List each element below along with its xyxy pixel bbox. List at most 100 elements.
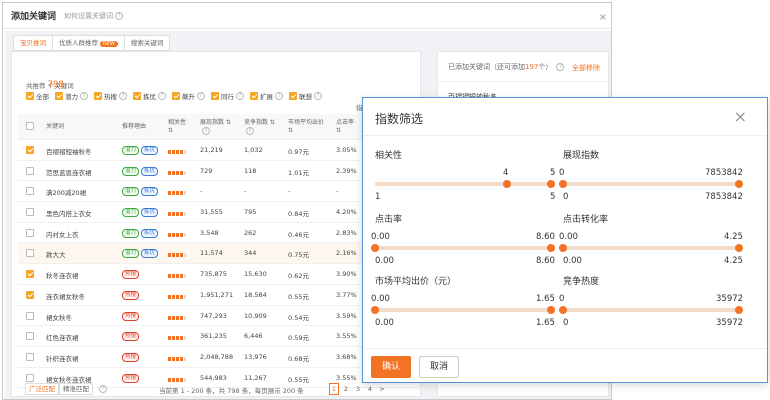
reason-tag: 热搜 (122, 373, 140, 383)
slider-min-handle[interactable] (559, 244, 567, 252)
confirm-button[interactable]: 确认 (371, 356, 411, 378)
slider-max-handle[interactable] (735, 306, 743, 314)
page-button[interactable]: 1 (329, 383, 339, 395)
row-checkbox[interactable] (26, 249, 34, 258)
match-exact-tab[interactable]: 精准匹配 (59, 383, 93, 395)
slider-min-handle[interactable] (503, 180, 511, 188)
row-checkbox[interactable] (26, 332, 34, 341)
reason-tag: 拣优 (141, 187, 159, 197)
help-icon: ? (119, 92, 127, 100)
page-button[interactable]: 4 (365, 383, 375, 395)
checkbox[interactable] (26, 332, 34, 341)
checkbox[interactable] (26, 166, 34, 175)
select-all-checkbox[interactable] (26, 122, 34, 131)
tab-search-keyword[interactable]: 搜索关键词 (124, 35, 171, 51)
slider-min-handle[interactable] (371, 306, 379, 314)
row-checkbox[interactable] (26, 290, 34, 299)
checkbox[interactable] (26, 352, 34, 361)
relevance-bar (180, 150, 183, 154)
filter-checkbox[interactable] (172, 92, 180, 100)
slider-track[interactable] (375, 246, 551, 250)
row-checkbox[interactable] (26, 166, 34, 175)
slider-min-handle[interactable] (559, 306, 567, 314)
row-checkbox[interactable] (26, 352, 34, 361)
checkbox[interactable] (26, 270, 34, 279)
row-checkbox[interactable] (26, 208, 34, 217)
slider-label: 展现指数 (563, 151, 600, 161)
col-competition[interactable]: 竞争指数 ⇅? (244, 119, 284, 135)
filter-5[interactable]: 同行? (211, 91, 244, 101)
row-checkbox[interactable] (26, 311, 34, 320)
row-checkbox[interactable] (26, 146, 34, 154)
filter-checkbox[interactable] (26, 92, 34, 100)
close-icon[interactable]: × (734, 107, 747, 126)
filter-2[interactable]: 热搜? (94, 91, 127, 101)
slider-max-label: 4.25 (724, 256, 743, 266)
slider-max-handle[interactable] (547, 180, 555, 188)
reason-tag: 热搜 (122, 332, 140, 342)
filter-checkbox[interactable] (211, 92, 219, 100)
slider-max-handle[interactable] (735, 244, 743, 252)
checkbox[interactable] (26, 146, 34, 154)
filter-3[interactable]: 拣优? (133, 91, 166, 101)
page-button[interactable]: 2 (341, 383, 351, 395)
page-button[interactable]: > (377, 383, 387, 395)
page-button[interactable]: 3 (353, 383, 363, 395)
filter-0[interactable]: 全部 (26, 91, 49, 101)
row-checkbox[interactable] (26, 373, 34, 382)
filter-checkbox[interactable] (55, 92, 63, 100)
remove-all-button[interactable]: 全部移除 (572, 63, 600, 73)
help-icon[interactable]: ? (115, 11, 124, 20)
relevance-bar (172, 232, 175, 237)
filter-1[interactable]: 潜力? (55, 91, 88, 101)
slider-track[interactable] (375, 182, 551, 186)
row-checkbox[interactable] (26, 187, 34, 196)
slider-label: 市场平均出价（元） (375, 277, 457, 287)
slider-track[interactable] (375, 308, 551, 312)
filter-4[interactable]: 飙升? (172, 91, 205, 101)
checkbox[interactable] (26, 228, 34, 237)
checkbox[interactable] (26, 187, 34, 196)
slider-min-handle[interactable] (371, 244, 379, 252)
checkbox[interactable] (26, 249, 34, 258)
slider-track[interactable] (563, 308, 739, 312)
slider-max-handle[interactable] (735, 180, 743, 188)
checkbox[interactable] (26, 208, 34, 217)
checkbox[interactable] (26, 290, 34, 299)
relevance-bar (168, 356, 171, 361)
col-avg-price[interactable]: 市场平均出价 ⇅ (288, 119, 334, 135)
col-relevance[interactable]: 相关性 ⇅ (168, 119, 188, 135)
tab-item-recommend[interactable]: 宝贝推词 (13, 35, 53, 51)
slider-max-handle[interactable] (547, 306, 555, 314)
filter-checkbox[interactable] (289, 92, 297, 100)
price-cell: 0.55元 (288, 292, 309, 301)
col-show-index[interactable]: 展现指数 ⇅? (200, 119, 240, 135)
filter-checkbox[interactable] (133, 92, 141, 100)
dialog-close-icon[interactable]: × (599, 12, 607, 23)
price-cell: 0.59元 (288, 334, 309, 343)
help-icon: ? (236, 92, 244, 100)
slider-max-label: 1.65 (536, 318, 555, 328)
reason-tag: 拣优 (141, 249, 159, 259)
reason-tag: 拣优 (141, 208, 159, 218)
filter-7[interactable]: 联想? (289, 91, 322, 101)
cancel-button[interactable]: 取消 (419, 356, 459, 378)
checkbox[interactable] (26, 311, 34, 320)
checkbox[interactable] (26, 373, 34, 382)
slider-max-handle[interactable] (547, 244, 555, 252)
match-broad-tab[interactable]: 广泛匹配 (25, 383, 59, 395)
relevance-bar (168, 336, 171, 341)
slider-min-handle[interactable] (559, 180, 567, 188)
row-checkbox[interactable] (26, 228, 34, 237)
dialog-help-link[interactable]: 如何设置关键词 (64, 11, 113, 21)
slider-track[interactable] (563, 246, 739, 250)
filter-6[interactable]: 扩展? (250, 91, 283, 101)
filter-checkbox[interactable] (94, 92, 102, 100)
tab-audience[interactable]: 优质人群推荐 NEW (53, 35, 125, 51)
slider-high-value: 1.65 (536, 294, 555, 304)
row-checkbox[interactable] (26, 270, 34, 279)
relevance-bar (180, 336, 183, 341)
filter-checkbox[interactable] (250, 92, 258, 100)
slider-track[interactable] (563, 182, 739, 186)
show-cell: 544,983 (200, 373, 227, 382)
